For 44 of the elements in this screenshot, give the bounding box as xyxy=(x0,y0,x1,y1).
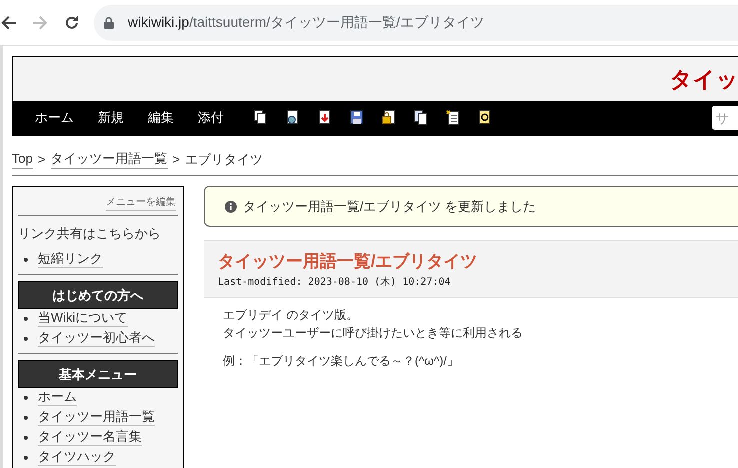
description-paragraph: エブリデイ のタイツ版。 タイッツーユーザーに呼び掛けたいとき等に利用される xyxy=(223,307,524,342)
sidebar-heading: はじめての方へ xyxy=(18,280,178,308)
sidebar-link[interactable]: 当Wikiについて xyxy=(38,310,128,327)
copy-pages-icon[interactable] xyxy=(254,110,268,126)
last-modified-text: Last-modified: 2023-08-10 (木) 10:27:04 xyxy=(218,276,452,290)
bullet-icon xyxy=(24,456,28,460)
sidebar-link[interactable]: タイッツー初心者へ xyxy=(38,330,155,347)
example-text: 例：「エブリタイツ楽しんでる～？(^ω^)/」 xyxy=(223,353,460,370)
address-bar[interactable]: wikiwiki.jp/taittsuuterm/タイッツー用語一覧/エブリタイツ xyxy=(94,4,738,40)
sidebar-heading: 基本メニュー xyxy=(18,360,178,388)
bullet-icon xyxy=(24,258,28,262)
sidebar-link[interactable]: タイッツー用語一覧 xyxy=(38,409,155,426)
bullet-icon xyxy=(24,436,28,440)
nav-link[interactable]: 新規 xyxy=(86,108,136,128)
breadcrumb-separator: > xyxy=(38,150,46,168)
info-icon xyxy=(225,200,237,212)
edit-menu-link[interactable]: メニューを編集 xyxy=(106,195,176,211)
padlock-page-icon[interactable] xyxy=(382,110,396,126)
share-text: リンク共有はこちらから xyxy=(18,225,162,243)
nav-link[interactable]: 添付 xyxy=(186,108,236,128)
reload-icon[interactable] xyxy=(64,14,80,30)
page-title: タイッツー用語一覧/エブリタイツ xyxy=(218,251,479,273)
nav-link[interactable]: 編集 xyxy=(136,108,186,128)
sidebar-link[interactable]: ホーム xyxy=(38,389,77,406)
nav-link[interactable]: ホーム xyxy=(23,108,86,128)
new-page-icon[interactable] xyxy=(446,110,460,126)
notice-text: タイッツー用語一覧/エブリタイツ を更新しました xyxy=(243,198,536,216)
bullet-icon xyxy=(24,336,28,340)
breadcrumb-separator: > xyxy=(172,150,180,168)
bullet-icon xyxy=(24,396,28,400)
back-icon[interactable] xyxy=(1,14,17,30)
bullet-icon xyxy=(24,416,28,420)
sidebar-link[interactable]: タイッツー名言集 xyxy=(38,429,142,446)
sidebar-link[interactable]: タイツハック xyxy=(38,449,116,466)
sidebar-link[interactable]: 短縮リンク xyxy=(38,251,103,268)
breadcrumb-link[interactable]: Top xyxy=(12,148,33,169)
breadcrumb-link[interactable]: タイッツー用語一覧 xyxy=(50,148,168,169)
lock-icon xyxy=(104,16,114,28)
site-title[interactable]: タイッ xyxy=(670,62,738,96)
search-field[interactable]: サ xyxy=(712,106,738,130)
bullet-icon xyxy=(24,316,28,320)
breadcrumb-current: エブリタイツ xyxy=(185,150,264,168)
url-text: wikiwiki.jp/taittsuuterm/タイッツー用語一覧/エブリタイツ xyxy=(128,13,484,32)
two-pages-icon[interactable] xyxy=(414,110,428,126)
